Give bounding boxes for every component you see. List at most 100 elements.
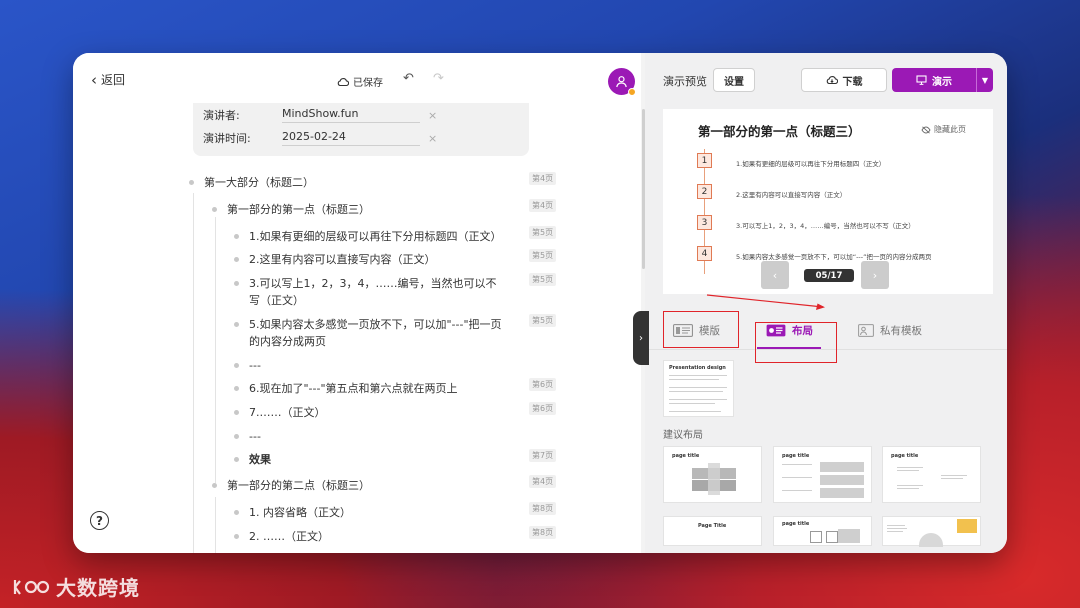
page-badge: 第5页 <box>529 314 557 327</box>
saved-label: 已保存 <box>353 78 383 89</box>
page-badge: 第6页 <box>529 378 557 391</box>
slide-number-box: 2 <box>697 184 712 199</box>
hide-page-label: 隐藏此页 <box>934 125 966 134</box>
outline-item[interactable]: 1. 内容省略（正文） <box>249 504 351 521</box>
layout-card[interactable]: page title <box>663 446 762 503</box>
undo-icon[interactable]: ↶ <box>403 71 414 86</box>
tab-private-template[interactable]: 私有模板 <box>858 323 922 338</box>
present-label: 演示 <box>932 76 952 88</box>
settings-button[interactable]: 设置 <box>713 68 755 92</box>
user-avatar[interactable] <box>608 68 636 96</box>
notification-dot <box>628 88 636 96</box>
bullet-icon <box>234 434 239 439</box>
chevron-right-icon: › <box>872 268 878 282</box>
slide-title: 第一部分的第一点（标题三） <box>698 124 861 139</box>
outline-item[interactable]: 1.如果有更细的层级可以再往下分用标题四（正文） <box>249 228 502 245</box>
page-badge: 第4页 <box>529 199 557 212</box>
outline-separator[interactable]: --- <box>249 357 261 374</box>
tree-line-level1 <box>193 193 194 553</box>
outline-item[interactable]: 第一大部分（标题二） <box>204 174 314 191</box>
slide-item-text: 5.如果内容太多感觉一页放不下，可以加“---”把一页的内容分成两页 <box>736 253 932 261</box>
collapse-panel-button[interactable]: › <box>633 311 649 365</box>
clear-date-icon[interactable]: × <box>428 132 437 145</box>
outline-item[interactable]: 2.这里有内容可以直接写内容（正文） <box>249 251 436 268</box>
outline-item-continued[interactable]: 的内容分成两页 <box>249 333 326 350</box>
next-slide-button[interactable]: › <box>861 261 889 289</box>
layout-card-title: page title <box>782 453 810 459</box>
layout-card[interactable]: Page Title <box>663 516 762 546</box>
slide-item-text: 1.如果有更细的层级可以再往下分用标题四（正文） <box>736 160 886 168</box>
bullet-icon <box>234 457 239 462</box>
speaker-input[interactable]: MindShow.fun <box>282 107 420 123</box>
layout-card-title: page title <box>891 453 919 459</box>
brand-logo-icon <box>13 579 50 595</box>
placeholder-line <box>669 379 719 380</box>
placeholder-line <box>887 525 905 526</box>
placeholder-box <box>826 531 838 543</box>
help-icon: ? <box>96 513 103 528</box>
outline-item-continued[interactable]: 写（正文） <box>249 292 304 309</box>
slide-number-box: 4 <box>697 246 712 261</box>
outline-item[interactable]: 第一部分的第一点（标题三） <box>227 201 370 218</box>
outline-item[interactable]: 2. ……（正文） <box>249 528 329 545</box>
present-button[interactable]: 演示 <box>892 68 976 92</box>
editor-toolbar: ‹ 返回 已保存 ↶ ↷ <box>73 53 643 105</box>
caret-down-icon: ▼ <box>981 75 989 85</box>
prev-slide-button[interactable]: ‹ <box>761 261 789 289</box>
download-label: 下载 <box>842 76 863 88</box>
placeholder-line <box>669 375 727 376</box>
user-icon <box>616 76 627 88</box>
suggested-layouts-heading: 建议布局 <box>663 430 703 441</box>
placeholder-line <box>887 531 903 532</box>
outline-item[interactable]: 第一部分的第二点（标题三） <box>227 477 370 494</box>
back-button[interactable]: ‹ 返回 <box>91 71 125 88</box>
layout-card[interactable]: page title <box>773 516 872 546</box>
outline-item[interactable]: 3.可以写上1，2，3，4，……编号，当然也可以不 <box>249 275 497 292</box>
current-layout-card[interactable]: Presentation design <box>663 360 734 417</box>
placeholder-box <box>820 488 864 498</box>
placeholder-line <box>669 391 723 392</box>
bullet-icon <box>234 386 239 391</box>
present-dropdown-button[interactable]: ▼ <box>976 68 993 92</box>
help-button[interactable]: ? <box>90 511 109 530</box>
placeholder-box <box>838 529 860 543</box>
layout-card-title: Presentation design <box>669 365 726 371</box>
bullet-icon <box>234 257 239 262</box>
placeholder-box <box>810 531 822 543</box>
date-label: 演讲时间: <box>203 132 251 145</box>
clear-speaker-icon[interactable]: × <box>428 109 437 122</box>
preview-panel: 演示预览 设置 下载 演示 ▼ 第一部分的第一点（标题三） 隐藏此页 1 1.如… <box>645 53 1007 553</box>
chevron-right-icon: › <box>639 332 643 344</box>
placeholder-box <box>820 475 864 485</box>
placeholder-box <box>919 533 943 547</box>
download-button[interactable]: 下载 <box>801 68 887 92</box>
page-badge: 第6页 <box>529 402 557 415</box>
settings-label: 设置 <box>724 76 744 88</box>
hide-page-button[interactable]: 隐藏此页 <box>921 124 966 135</box>
slide-item-text: 3.可以写上1，2，3，4，……编号，当然也可以不写（正文） <box>736 222 915 230</box>
outline-item[interactable]: 6.现在加了"---"第五点和第六点就在两页上 <box>249 380 458 397</box>
outline-item[interactable]: 7.……（正文） <box>249 404 326 421</box>
layout-card[interactable]: page title <box>773 446 872 503</box>
slide-number-box: 1 <box>697 153 712 168</box>
outline-separator[interactable]: --- <box>249 428 261 445</box>
speaker-row: 演讲者: MindShow.fun × <box>203 107 437 123</box>
preview-title: 演示预览 <box>663 75 707 88</box>
page-badge: 第8页 <box>529 502 557 515</box>
bullet-icon <box>234 281 239 286</box>
outline-item[interactable]: 效果 <box>249 451 271 468</box>
outline-item[interactable]: 5.如果内容太多感觉一页放不下，可以加"---"把一页 <box>249 316 502 333</box>
placeholder-box <box>957 519 977 533</box>
layout-card[interactable]: page title <box>882 446 981 503</box>
page-badge: 第5页 <box>529 249 557 262</box>
private-template-icon <box>858 324 874 337</box>
placeholder-line <box>782 464 812 465</box>
redo-icon[interactable]: ↷ <box>433 71 444 86</box>
date-input[interactable]: 2025-02-24 <box>282 130 420 146</box>
cloud-download-icon <box>826 76 838 85</box>
layout-card[interactable] <box>882 516 981 547</box>
layout-card-title: page title <box>782 521 810 527</box>
annotation-box-layout <box>755 322 837 363</box>
placeholder-line <box>897 485 923 486</box>
placeholder-line <box>941 475 967 476</box>
